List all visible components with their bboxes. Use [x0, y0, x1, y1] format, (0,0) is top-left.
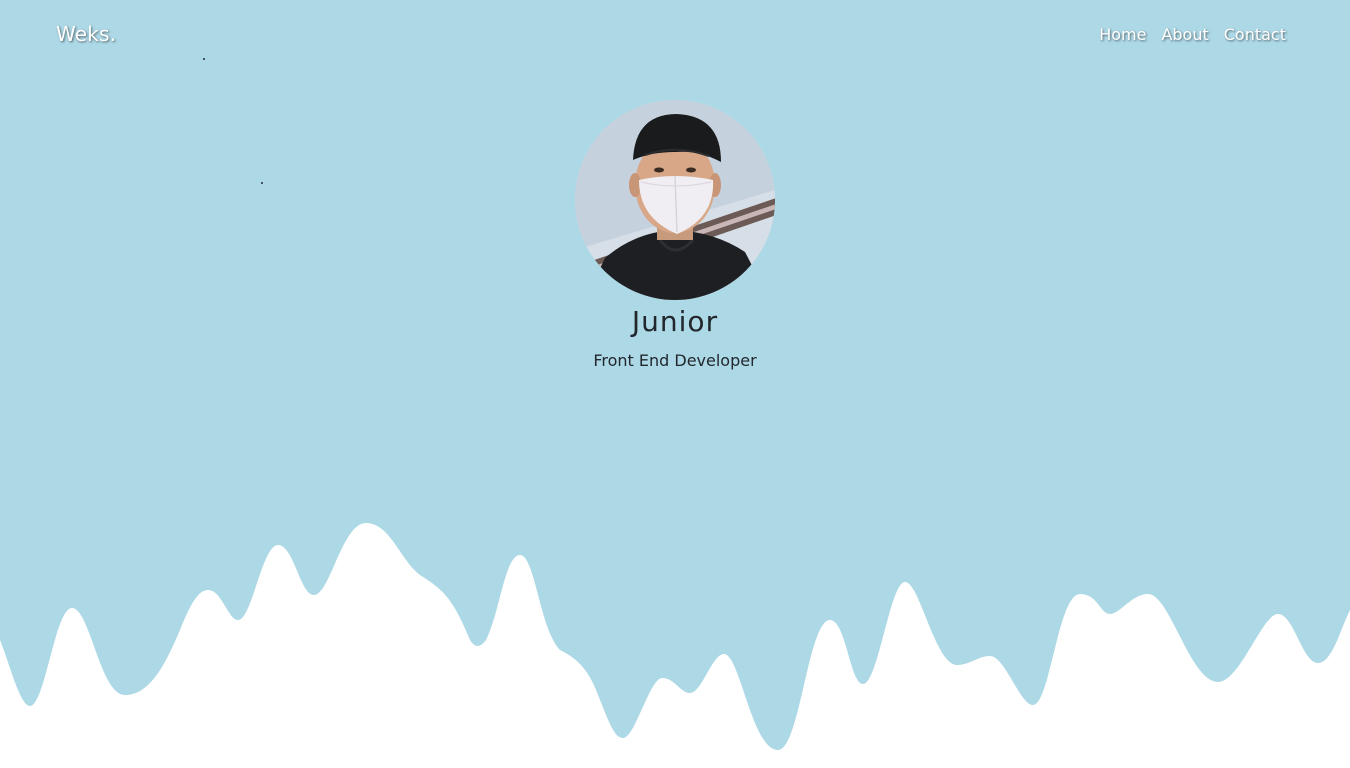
bottom-wave-decoration: [0, 523, 1350, 768]
hero-page: Weks. Home About Contact Junior Front En…: [0, 0, 1350, 768]
